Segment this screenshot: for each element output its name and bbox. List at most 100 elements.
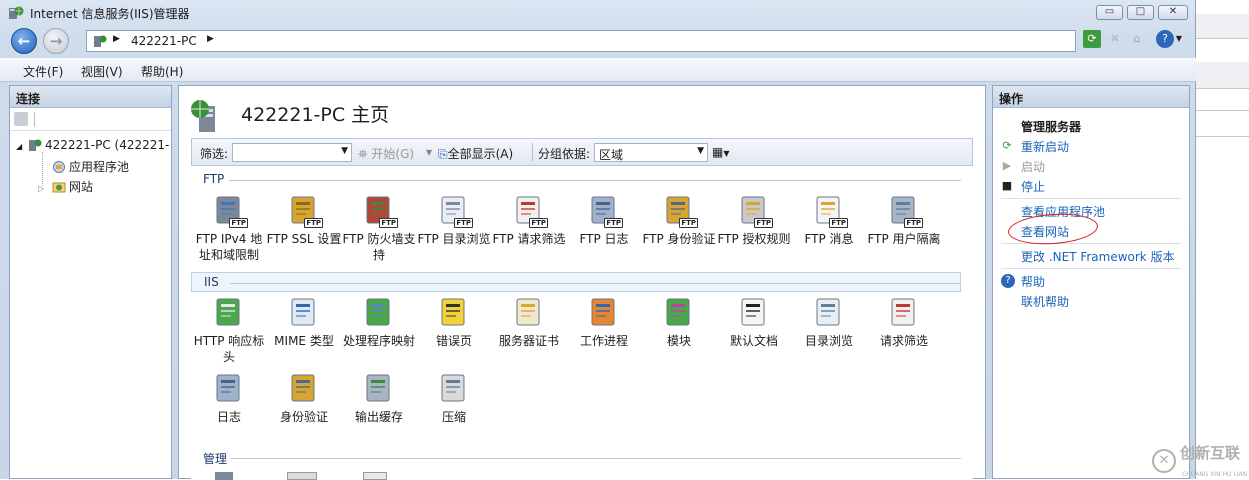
feature-label: 默认文档 bbox=[729, 334, 778, 348]
feature-item-logging[interactable]: 日志 bbox=[191, 372, 267, 425]
feature-item-http-response-headers[interactable]: HTTP 响应标头 bbox=[191, 296, 267, 365]
stop-icon[interactable]: ✖ bbox=[1106, 30, 1124, 48]
menu-help[interactable]: 帮助(H) bbox=[141, 63, 183, 80]
feature-item-ftp-authentication[interactable]: FTP FTP 身份验证 bbox=[641, 194, 717, 247]
help-link[interactable]: 帮助 bbox=[1021, 273, 1045, 290]
help-icon[interactable]: ? bbox=[1156, 30, 1174, 48]
view-mode-button[interactable]: ▦▼ bbox=[712, 145, 730, 159]
feature-item-ftp-logging[interactable]: FTP FTP 日志 bbox=[566, 194, 642, 247]
address-bar[interactable]: ▶ 422221-PC ▶ bbox=[86, 30, 1076, 52]
menu-file[interactable]: 文件(F) bbox=[23, 63, 63, 80]
home-icon[interactable]: ⌂ bbox=[1128, 30, 1146, 48]
back-button[interactable]: ← bbox=[11, 28, 37, 54]
ftp-user-isolation-icon: FTP bbox=[887, 194, 923, 228]
server-icon bbox=[28, 139, 42, 151]
mime-types-icon bbox=[287, 296, 321, 330]
ftp-authentication-icon: FTP bbox=[662, 194, 698, 228]
feature-item-authentication[interactable]: 身份验证 bbox=[266, 372, 342, 425]
group-label: FTP bbox=[203, 172, 225, 186]
feature-item-request-filtering[interactable]: 请求筛选 bbox=[866, 296, 942, 349]
feature-item-handler-mappings[interactable]: 处理程序映射 bbox=[341, 296, 417, 349]
connect-icon[interactable] bbox=[14, 112, 28, 126]
online-help-link[interactable]: 联机帮助 bbox=[1021, 293, 1069, 310]
feature-item-ftp-messages[interactable]: FTP FTP 消息 bbox=[791, 194, 867, 247]
feature-item-mime-types[interactable]: MIME 类型 bbox=[266, 296, 342, 349]
feature-item-compression[interactable]: 压缩 bbox=[416, 372, 492, 425]
group-header-ftp[interactable]: FTP bbox=[191, 170, 961, 190]
maximize-button[interactable]: □ bbox=[1127, 5, 1154, 20]
close-button[interactable]: ✕ bbox=[1158, 5, 1188, 20]
feature-label: FTP 日志 bbox=[579, 232, 629, 246]
tree-item-sites[interactable]: ▷ 网站 bbox=[38, 178, 93, 195]
group-header-iis[interactable]: IIS bbox=[191, 272, 961, 292]
chevron-down-icon: ▼ bbox=[723, 149, 730, 158]
ftp-firewall-icon: FTP bbox=[362, 194, 398, 228]
menu-view[interactable]: 视图(V) bbox=[81, 63, 123, 80]
feature-label: 请求筛选 bbox=[879, 334, 928, 348]
group-by-select[interactable]: 区域 ▼ bbox=[594, 143, 708, 162]
watermark-logo-icon: ✕ bbox=[1152, 449, 1176, 473]
feature-label: FTP 请求筛选 bbox=[492, 232, 566, 246]
start-button[interactable]: ⛯ 开始(G) bbox=[358, 145, 414, 162]
error-pages-icon bbox=[437, 296, 471, 330]
expand-arrow-icon[interactable]: ◢ bbox=[16, 142, 22, 151]
ftp-ssl-icon: FTP bbox=[287, 194, 323, 228]
feature-item-ftp-firewall[interactable]: FTP FTP 防火墙支持 bbox=[341, 194, 417, 263]
refresh-icon[interactable]: ⟳ bbox=[1083, 30, 1101, 48]
stop-link[interactable]: 停止 bbox=[1021, 178, 1045, 195]
iis-app-icon bbox=[9, 6, 24, 19]
feature-item-ftp-ssl[interactable]: FTP FTP SSL 设置 bbox=[266, 194, 342, 247]
start-dropdown-icon[interactable]: ▼ bbox=[426, 148, 432, 157]
page-title: 422221-PC 主页 bbox=[241, 104, 390, 126]
feature-item-ftp-directory-browsing[interactable]: FTP FTP 目录浏览 bbox=[416, 194, 492, 247]
show-all-button[interactable]: ⎘全部显示(A) bbox=[438, 145, 513, 162]
app-pool-icon bbox=[53, 161, 65, 173]
breadcrumb-separator-icon[interactable]: ▶ bbox=[207, 34, 214, 44]
chevron-down-icon[interactable]: ▼ bbox=[341, 146, 348, 156]
feature-item-error-pages[interactable]: 错误页 bbox=[416, 296, 492, 349]
help-dropdown-icon[interactable]: ▼ bbox=[1174, 30, 1184, 48]
server-icon bbox=[94, 35, 107, 47]
group-header-management[interactable]: 管理 bbox=[191, 448, 961, 468]
tree-item-app-pools[interactable]: 应用程序池 bbox=[52, 158, 129, 175]
start-link[interactable]: 启动 bbox=[1021, 158, 1045, 175]
feature-item-ftp-request-filtering[interactable]: FTP FTP 请求筛选 bbox=[491, 194, 567, 247]
feature-label: 处理程序映射 bbox=[342, 334, 415, 348]
feature-item-ftp-authorization[interactable]: FTP FTP 授权规则 bbox=[716, 194, 792, 247]
feature-item-default-document[interactable]: 默认文档 bbox=[716, 296, 792, 349]
feature-item-ftp-ip-restrictions[interactable]: FTP FTP IPv4 地址和域限制 bbox=[191, 194, 267, 263]
restart-link[interactable]: 重新启动 bbox=[1021, 138, 1069, 155]
default-document-icon bbox=[737, 296, 771, 330]
feature-item-modules[interactable]: 模块 bbox=[641, 296, 717, 349]
connections-header: 连接 bbox=[10, 86, 171, 108]
feature-item-worker-processes[interactable]: 工作进程 bbox=[566, 296, 642, 349]
tree-item-label: 网站 bbox=[68, 180, 93, 194]
feature-item-server-certificates[interactable]: 服务器证书 bbox=[491, 296, 567, 349]
features-list: FTP FTP FTP IPv4 地址和域限制 FTP FTP SSL 设置 FTP FT… bbox=[191, 168, 973, 480]
feature-item-output-caching[interactable]: 输出缓存 bbox=[341, 372, 417, 425]
navigation-bar: ← → ▶ 422221-PC ▶ ⟳ ✖ ⌂ ? ▼ bbox=[0, 26, 1196, 56]
ftp-directory-browsing-icon: FTP bbox=[437, 194, 473, 228]
feature-label: 工作进程 bbox=[579, 334, 628, 348]
chevron-down-icon[interactable]: ▼ bbox=[697, 146, 704, 156]
group-label: 管理 bbox=[203, 452, 228, 466]
actions-separator bbox=[1001, 198, 1181, 199]
connections-pane: 连接 ◢ 422221-PC (422221- 应用程序池 ▷ 网站 bbox=[9, 85, 172, 479]
feature-label: FTP 用户隔离 bbox=[867, 232, 941, 246]
tree-item-label: 应用程序池 bbox=[69, 160, 130, 174]
ftp-authorization-icon: FTP bbox=[737, 194, 773, 228]
filter-input[interactable]: ▼ bbox=[232, 143, 352, 162]
feature-item-ftp-user-isolation[interactable]: FTP FTP 用户隔离 bbox=[866, 194, 942, 247]
forward-button[interactable]: → bbox=[43, 28, 69, 54]
handler-mappings-icon bbox=[362, 296, 396, 330]
tree-item-server[interactable]: ◢ 422221-PC (422221- bbox=[16, 138, 169, 152]
feature-label: 压缩 bbox=[441, 410, 466, 424]
connections-toolbar bbox=[10, 109, 171, 131]
breadcrumb-server[interactable]: 422221-PC bbox=[131, 34, 197, 48]
change-dotnet-version-link[interactable]: 更改 .NET Framework 版本 bbox=[1021, 248, 1175, 265]
feature-item-directory-browsing[interactable]: 目录浏览 bbox=[791, 296, 867, 349]
breadcrumb-separator-icon[interactable]: ▶ bbox=[113, 34, 120, 44]
features-view-pane: 422221-PC 主页 筛选: ▼ ⛯ 开始(G) ▼ ⎘全部显示(A) 分组… bbox=[178, 85, 986, 480]
minimize-button[interactable]: ▭ bbox=[1096, 5, 1123, 20]
feature-label: MIME 类型 bbox=[274, 334, 334, 348]
